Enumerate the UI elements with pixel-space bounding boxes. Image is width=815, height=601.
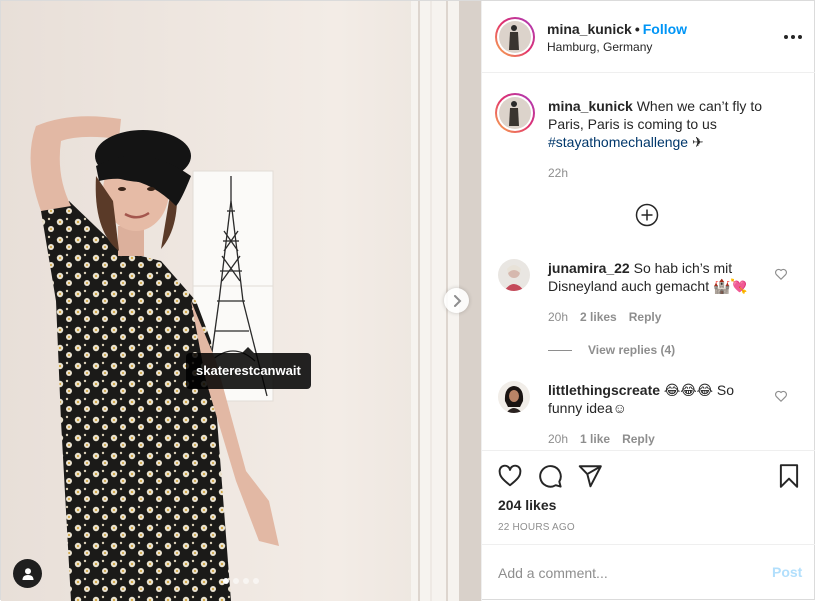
post-comment-button[interactable]: Post — [772, 564, 802, 580]
carousel-indicator — [223, 578, 259, 584]
comment-input[interactable] — [498, 563, 748, 583]
reply-button[interactable]: Reply — [622, 432, 655, 446]
caption: mina_kunick When we can’t fly to Paris, … — [548, 97, 798, 151]
author-username[interactable]: mina_kunick — [547, 21, 632, 37]
comment-like-heart-icon[interactable] — [774, 267, 788, 281]
post-timestamp[interactable]: 22 HOURS AGO — [498, 522, 575, 533]
comment: junamira_22 So hab ich’s mit Disneyland … — [548, 259, 768, 295]
caption-username[interactable]: mina_kunick — [548, 98, 633, 114]
user-tags-button[interactable] — [13, 559, 42, 588]
hashtag-link[interactable]: #stayathomechallenge — [548, 134, 688, 150]
airplane-emoji: ✈ — [692, 134, 704, 150]
author-line: mina_kunick • Follow — [547, 21, 687, 37]
comment-meta: 20h 1 like Reply — [548, 432, 655, 446]
share-icon[interactable] — [577, 463, 603, 489]
person-icon — [22, 567, 33, 580]
post-sidebar: mina_kunick • Follow Hamburg, Germany mina… — [481, 1, 815, 601]
comment: littlethingscreate 😂😂😂 So funny idea☺ — [548, 381, 768, 417]
comment-time[interactable]: 20h — [548, 310, 568, 324]
view-replies-label: View replies (4) — [588, 343, 676, 357]
carousel-next-button[interactable] — [444, 288, 469, 313]
heart-icon[interactable] — [497, 463, 523, 489]
more-horizontal-icon — [784, 35, 788, 39]
carousel-dot — [233, 578, 239, 584]
caption-time[interactable]: 22h — [548, 166, 568, 180]
comment-time[interactable]: 20h — [548, 432, 568, 446]
chevron-right-icon — [453, 294, 461, 307]
commenter-avatar[interactable] — [498, 259, 530, 291]
carousel-dot — [253, 578, 259, 584]
like-count[interactable]: 204 likes — [498, 497, 556, 513]
view-replies-button[interactable]: View replies (4) — [548, 343, 675, 357]
comment-meta: 20h 2 likes Reply — [548, 310, 661, 324]
bookmark-icon[interactable] — [776, 463, 802, 489]
author-avatar[interactable] — [495, 17, 535, 57]
comment-username[interactable]: littlethingscreate — [548, 382, 660, 398]
comment-likes[interactable]: 2 likes — [580, 310, 617, 324]
location-link[interactable]: Hamburg, Germany — [547, 40, 652, 54]
more-options-button[interactable] — [782, 28, 804, 46]
separator-dot: • — [634, 21, 640, 37]
post-media[interactable]: skaterestcanwait — [1, 1, 481, 601]
commenter-avatar[interactable] — [498, 381, 530, 413]
post-dialog: skaterestcanwait mina_kunick • Follow Ha… — [0, 0, 815, 601]
caption-avatar[interactable] — [495, 93, 535, 133]
post-header: mina_kunick • Follow Hamburg, Germany — [482, 1, 815, 73]
reply-button[interactable]: Reply — [629, 310, 662, 324]
comment-likes[interactable]: 1 like — [580, 432, 610, 446]
follow-button[interactable]: Follow — [643, 21, 687, 37]
comments-list[interactable]: mina_kunick When we can’t fly to Paris, … — [482, 73, 815, 450]
comment-like-heart-icon[interactable] — [774, 389, 788, 403]
plus-circle-icon[interactable] — [635, 203, 659, 227]
comment-icon[interactable] — [537, 463, 563, 489]
action-bar: 204 likes 22 HOURS AGO — [482, 450, 815, 546]
add-comment-bar: Post — [482, 544, 815, 601]
comment-username[interactable]: junamira_22 — [548, 260, 630, 276]
user-tag-chip[interactable]: skaterestcanwait — [186, 347, 311, 389]
carousel-dot — [223, 578, 229, 584]
post-photo — [1, 1, 481, 601]
carousel-dot — [243, 578, 249, 584]
